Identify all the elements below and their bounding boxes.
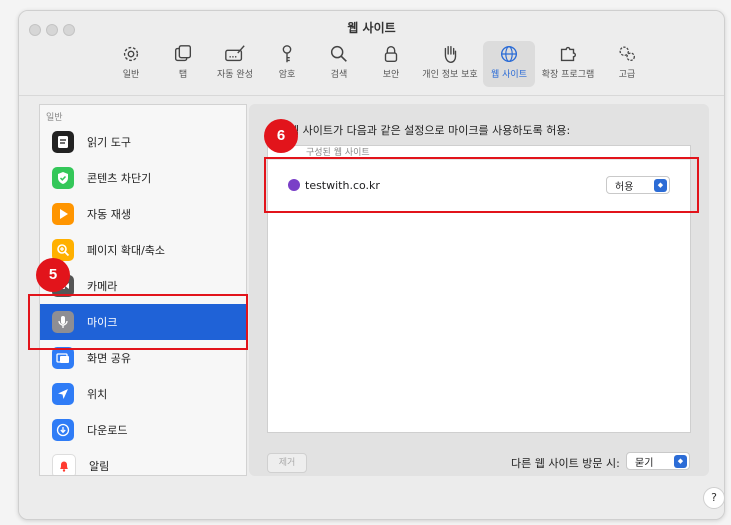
sidebar: 일반 읽기 도구 콘텐츠 차단기 자동 재생 페이지 확대/축소 카메라 마이크… (39, 104, 247, 476)
step-badge-6: 6 (264, 119, 298, 153)
screen-share-icon (52, 347, 74, 369)
tab-autofill-label: 자동 완성 (217, 70, 253, 80)
key-icon (282, 45, 292, 63)
sidebar-item-label: 콘텐츠 차단기 (87, 172, 152, 185)
sidebar-item-autoplay[interactable]: 자동 재생 (40, 196, 246, 232)
sidebar-item-label: 카메라 (87, 280, 118, 293)
sidebar-item-label: 다운로드 (87, 424, 128, 437)
tab-advanced[interactable]: 고급 (601, 41, 653, 87)
tab-passwords-label: 암호 (278, 70, 296, 80)
tab-tabs[interactable]: 탭 (157, 41, 209, 87)
sidebar-item-label: 자동 재생 (87, 208, 131, 221)
play-icon (52, 203, 74, 225)
tab-tabs-label: 탭 (178, 70, 188, 80)
tab-autofill[interactable]: 자동 완성 (209, 41, 261, 87)
tab-privacy-label: 개인 정보 보호 (422, 70, 478, 80)
step-badge-5: 5 (36, 258, 70, 292)
globe-icon (500, 45, 518, 63)
puzzle-icon (560, 46, 576, 62)
sidebar-item-notifications[interactable]: 알림 (40, 448, 246, 475)
other-sites-label: 다른 웹 사이트 방문 시: (511, 457, 620, 470)
sidebar-item-label: 위치 (87, 388, 108, 401)
chevron-updown-icon: ◆ (674, 455, 687, 468)
sidebar-item-page-zoom[interactable]: 페이지 확대/축소 (40, 232, 246, 268)
sidebar-item-label: 화면 공유 (87, 352, 131, 365)
reader-icon (52, 131, 74, 153)
tab-websites-label: 웹 사이트 (491, 70, 527, 80)
tab-advanced-label: 고급 (618, 70, 636, 80)
tab-general-label: 일반 (122, 70, 140, 80)
sidebar-item-label: 읽기 도구 (87, 136, 131, 149)
tab-extensions-label: 확장 프로그램 (541, 70, 595, 80)
other-sites-popup[interactable]: 묻기 ◆ (626, 452, 690, 470)
content-blocker-icon (52, 167, 74, 189)
tab-security[interactable]: 보안 (365, 41, 417, 87)
remove-button[interactable]: 제거 (267, 453, 307, 473)
lock-icon (384, 45, 398, 63)
sidebar-item-downloads[interactable]: 다운로드 (40, 412, 246, 448)
advanced-gears-icon (619, 46, 635, 62)
location-icon (52, 383, 74, 405)
tab-extensions[interactable]: 확장 프로그램 (535, 41, 601, 87)
sidebar-item-label: 페이지 확대/축소 (87, 244, 166, 257)
sidebar-item-label: 알림 (89, 460, 110, 473)
window-title: 웹 사이트 (347, 21, 396, 35)
site-highlight-box (264, 157, 699, 213)
download-icon (52, 419, 74, 441)
autofill-icon (225, 45, 245, 62)
tab-privacy[interactable]: 개인 정보 보호 (417, 41, 483, 87)
tab-security-label: 보안 (382, 70, 400, 80)
tab-search[interactable]: 검색 (313, 41, 365, 87)
panel-title: 웹 사이트가 다음과 같은 설정으로 마이크를 사용하도록 허용: (289, 124, 571, 137)
tabs-icon (174, 45, 192, 62)
bell-icon (52, 454, 76, 475)
sidebar-item-reader[interactable]: 읽기 도구 (40, 124, 246, 160)
gear-icon (123, 46, 139, 62)
search-icon (330, 45, 347, 62)
hand-icon (444, 45, 457, 63)
tab-passwords[interactable]: 암호 (261, 41, 313, 87)
safari-settings-window: 웹 사이트 일반 탭 자동 완성 암호 검색 보안 개인 정보 보호 웹 사이트… (18, 10, 725, 520)
sidebar-item-location[interactable]: 위치 (40, 376, 246, 412)
titlebar: 웹 사이트 일반 탭 자동 완성 암호 검색 보안 개인 정보 보호 웹 사이트… (19, 11, 724, 96)
sidebar-highlight-box (28, 294, 248, 350)
sidebar-section-label: 일반 (46, 113, 63, 123)
help-button[interactable]: ? (703, 487, 724, 509)
other-sites-value: 묻기 (635, 457, 654, 469)
tab-websites[interactable]: 웹 사이트 (483, 41, 535, 87)
tab-search-label: 검색 (330, 70, 348, 80)
settings-toolbar: 일반 탭 자동 완성 암호 검색 보안 개인 정보 보호 웹 사이트 확장 프로… (105, 41, 653, 89)
tab-general[interactable]: 일반 (105, 41, 157, 87)
sidebar-item-content-blockers[interactable]: 콘텐츠 차단기 (40, 160, 246, 196)
